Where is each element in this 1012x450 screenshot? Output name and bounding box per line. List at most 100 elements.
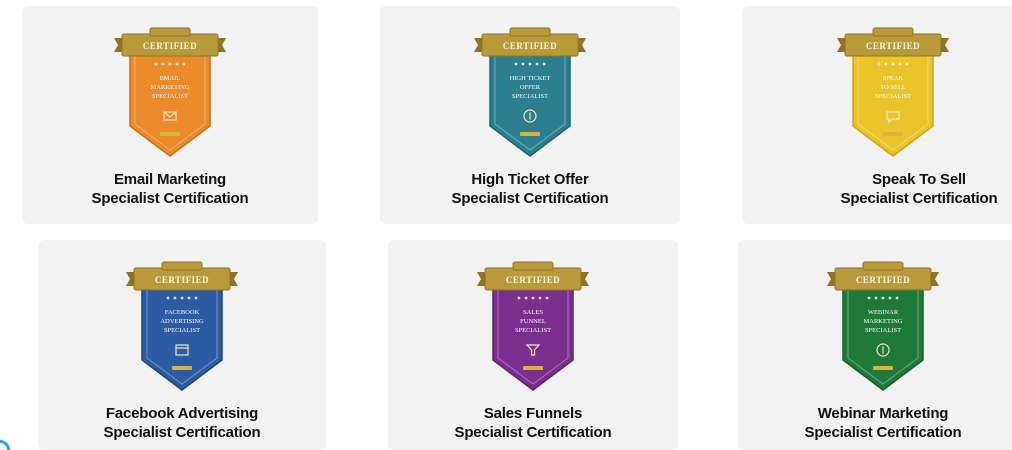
shield-shape	[492, 285, 574, 391]
badge-specialty-line: SPECIALIST	[164, 327, 200, 334]
ribbon-label: CERTIFIED	[866, 41, 920, 51]
shield-shape	[489, 51, 571, 157]
certification-title-line1: Speak To Sell	[872, 171, 966, 188]
certification-card-speak-to-sell[interactable]: CERTIFIED SPEAK TO SELL SPECIALIST Speak To…	[742, 6, 1012, 224]
star-icon	[874, 296, 878, 300]
certification-title: Speak To Sell Specialist Certification	[782, 170, 1012, 208]
ribbon-crown	[512, 261, 554, 271]
badge-specialty-line: SPECIALIST	[515, 327, 551, 334]
star-icon	[905, 62, 909, 66]
badge-specialty-line: FACEBOOK	[165, 309, 200, 316]
certification-title-line1: Sales Funnels	[483, 405, 583, 422]
certification-grid: CERTIFIED EMAIL MARKETING SPECIALIST Email …	[0, 0, 1012, 450]
star-icon	[867, 296, 871, 300]
star-icon	[166, 296, 170, 300]
certification-title-line1: Webinar Marketing	[817, 405, 949, 422]
ribbon-crown	[872, 27, 914, 37]
star-icon	[535, 62, 539, 66]
star-icon	[888, 296, 892, 300]
shield-shape	[129, 51, 211, 157]
certification-title-line2: Specialist Certification	[840, 190, 998, 207]
badge-specialty-line: TO SELL	[880, 84, 906, 91]
star-icon	[895, 296, 899, 300]
star-icon	[514, 62, 518, 66]
ribbon-crown	[149, 27, 191, 37]
ribbon-crown	[161, 261, 203, 271]
certification-card-webinar-marketing[interactable]: CERTIFIED WEBINAR MARKETING SPECIALIST Webi…	[738, 240, 1012, 450]
certification-card-sales-funnels[interactable]: CERTIFIED SALES FUNNEL SPECIALIST Sales Fun…	[388, 240, 678, 450]
ribbon-label: CERTIFIED	[506, 275, 560, 285]
badge-specialty-line: EMAIL	[160, 75, 181, 82]
certification-title-line2: Specialist Certification	[103, 424, 261, 441]
certification-badge: CERTIFIED EMAIL MARKETING SPECIALIST	[114, 27, 226, 157]
certification-title-line2: Specialist Certification	[454, 424, 612, 441]
certification-badge: CERTIFIED SALES FUNNEL SPECIALIST	[477, 261, 589, 391]
certification-title-line2: Specialist Certification	[804, 424, 962, 441]
star-icon	[891, 62, 895, 66]
badge-specialty-line: HIGH TICKET	[510, 75, 551, 82]
badge-specialty-line: SPECIALIST	[512, 93, 548, 100]
ribbon-crown	[862, 261, 904, 271]
badge-specialty-line: ADVERTISING	[160, 318, 204, 325]
badge-specialty-line: SPECIALIST	[152, 93, 188, 100]
certification-badge: CERTIFIED HIGH TICKET OFFER SPECIALIST	[474, 27, 586, 157]
certification-title: Sales Funnels Specialist Certification	[388, 404, 678, 442]
certification-badge: CERTIFIED FACEBOOK ADVERTISING SPECIALIST	[126, 261, 238, 391]
badge-stamp	[883, 132, 903, 136]
star-icon	[531, 296, 535, 300]
badge-specialty-line: OFFER	[520, 84, 541, 91]
badge-stamp	[873, 366, 893, 370]
star-icon	[161, 62, 165, 66]
corner-ring-icon	[0, 440, 10, 450]
ribbon-crown	[509, 27, 551, 37]
star-icon	[538, 296, 542, 300]
certification-title-line1: Facebook Advertising	[105, 405, 259, 422]
star-icon	[173, 296, 177, 300]
certification-title: Facebook Advertising Specialist Certific…	[38, 404, 326, 442]
certification-title-line1: High Ticket Offer	[471, 171, 589, 188]
star-icon	[182, 62, 186, 66]
badge-specialty-line: SPECIALIST	[875, 93, 911, 100]
shield-shape	[842, 285, 924, 391]
badge-stamp	[172, 366, 192, 370]
badge-specialty-line: SPEAK	[883, 75, 904, 82]
star-icon	[180, 296, 184, 300]
star-icon	[881, 296, 885, 300]
star-icon	[884, 62, 888, 66]
ribbon-label: CERTIFIED	[143, 41, 197, 51]
certification-card-facebook-advertising[interactable]: CERTIFIED FACEBOOK ADVERTISING SPECIALIST F…	[38, 240, 326, 450]
certification-badge: CERTIFIED WEBINAR MARKETING SPECIALIST	[827, 261, 939, 391]
badge-specialty-line: MARKETING	[864, 318, 903, 325]
ribbon-label: CERTIFIED	[856, 275, 910, 285]
star-icon	[175, 62, 179, 66]
star-icon	[528, 62, 532, 66]
star-icon	[877, 62, 881, 66]
certification-title-line1: Email Marketing	[113, 171, 227, 188]
star-icon	[194, 296, 198, 300]
certification-card-high-ticket-offer[interactable]: CERTIFIED HIGH TICKET OFFER SPECIALIST High…	[380, 6, 680, 224]
certification-title: Email Marketing Specialist Certification	[22, 170, 318, 208]
badge-stamp	[520, 132, 540, 136]
star-icon	[545, 296, 549, 300]
ribbon-label: CERTIFIED	[155, 275, 209, 285]
star-icon	[154, 62, 158, 66]
ribbon-label: CERTIFIED	[503, 41, 557, 51]
star-icon	[898, 62, 902, 66]
certification-title-line2: Specialist Certification	[451, 190, 609, 207]
badge-specialty-line: MARKETING	[151, 84, 190, 91]
badge-specialty-line: SPECIALIST	[865, 327, 901, 334]
star-icon	[517, 296, 521, 300]
certification-card-email-marketing[interactable]: CERTIFIED EMAIL MARKETING SPECIALIST Email …	[22, 6, 318, 224]
star-icon	[521, 62, 525, 66]
badge-specialty-line: WEBINAR	[868, 309, 899, 316]
certification-title-line2: Specialist Certification	[91, 190, 249, 207]
certification-title: High Ticket Offer Specialist Certificati…	[380, 170, 680, 208]
shield-shape	[852, 51, 934, 157]
certification-badge: CERTIFIED SPEAK TO SELL SPECIALIST	[837, 27, 949, 157]
badge-specialty-line: SALES	[523, 309, 543, 316]
shield-shape	[141, 285, 223, 391]
badge-stamp	[160, 132, 180, 136]
certification-title: Webinar Marketing Specialist Certificati…	[738, 404, 1012, 442]
star-icon	[168, 62, 172, 66]
badge-stamp	[523, 366, 543, 370]
